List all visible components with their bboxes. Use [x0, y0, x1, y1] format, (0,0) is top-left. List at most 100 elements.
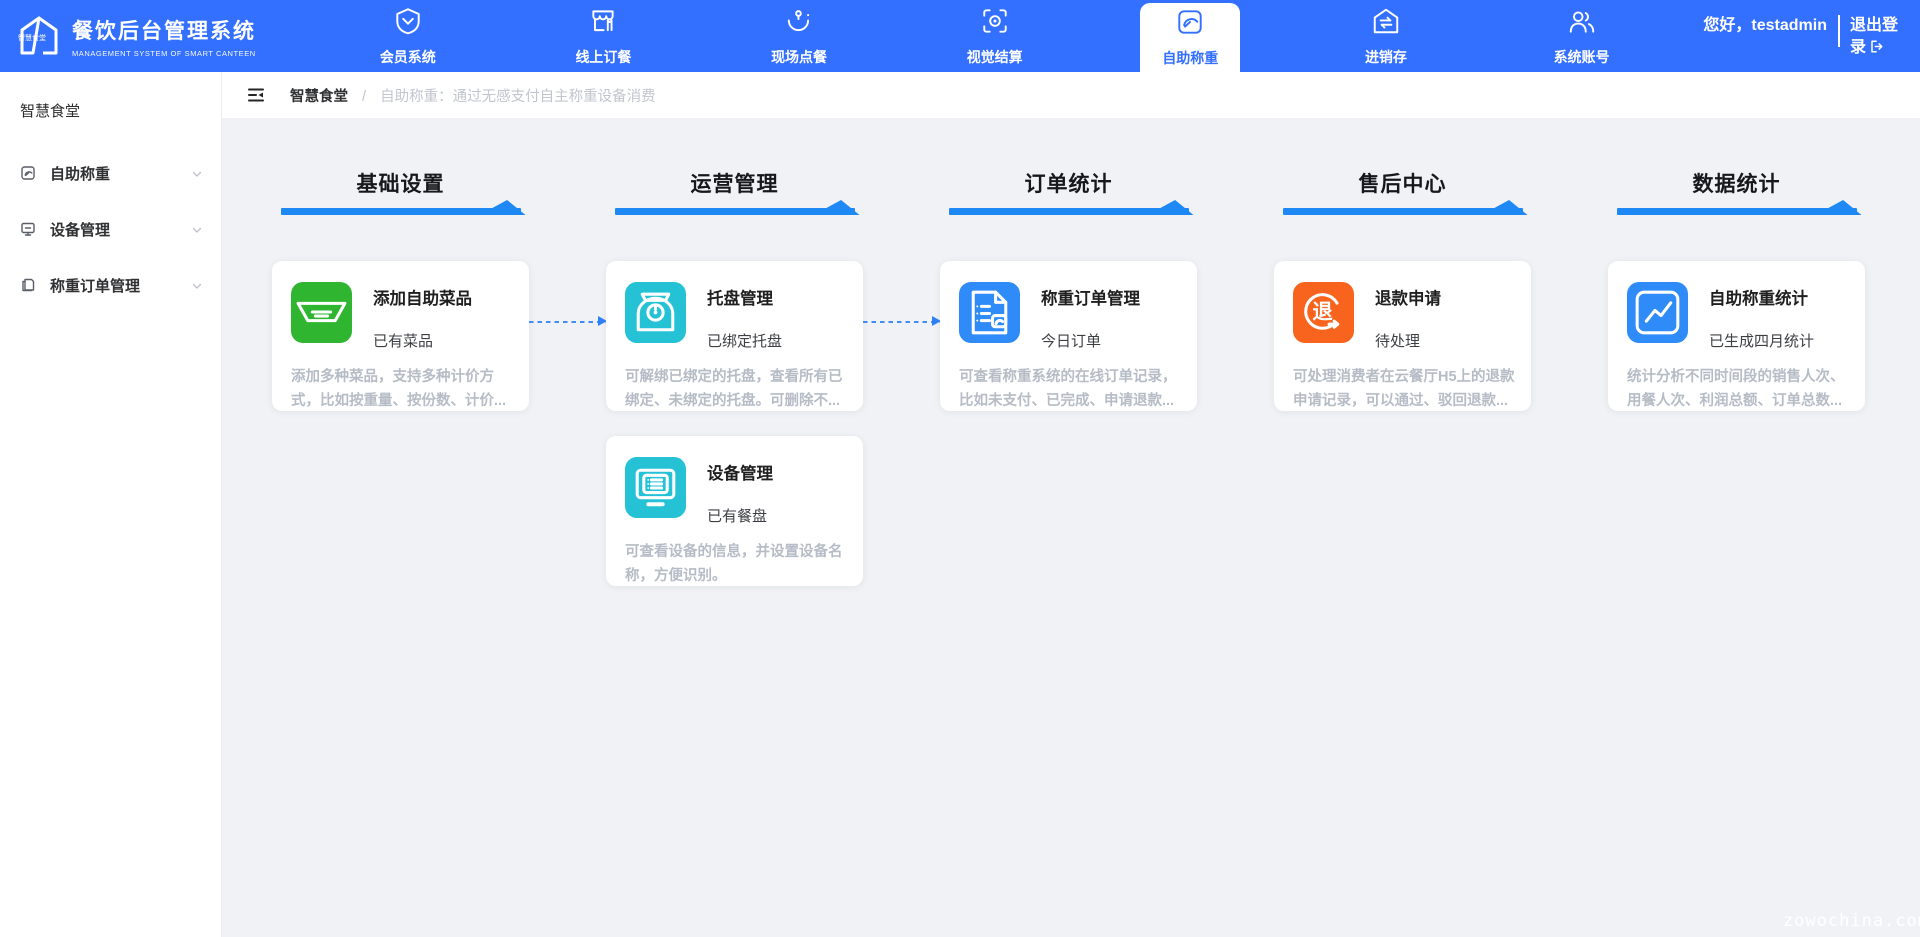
feature-card-dish[interactable]: 添加自助菜品 已有菜品添加多种菜品，支持多种计价方式，比如按重量、按份数、计价..…	[272, 261, 607, 411]
column-header: 订单统计	[948, 168, 1194, 215]
content-area: 基础设置添加自助菜品 已有菜品添加多种菜品，支持多种计价方式，比如按重量、按份数、…	[222, 118, 1920, 937]
board-column: 数据统计自助称重统计 已生成四月统计统计分析不同时间段的销售人次、用餐人次、利润总…	[1608, 168, 1865, 586]
watermark: zowochina.com	[1782, 911, 1920, 931]
nav-item-label: 自助称重	[1162, 50, 1219, 66]
app-logo-icon: 智慧食堂	[16, 13, 62, 59]
nav-item-label: 系统账号	[1553, 48, 1610, 65]
onsite-icon	[784, 6, 814, 41]
account-icon	[1567, 6, 1597, 41]
breadcrumb-root[interactable]: 智慧食堂	[290, 89, 348, 105]
feature-card-scale[interactable]: 托盘管理已绑定托盘可解绑已绑定的托盘，查看所有已绑定、未绑定的托盘。可删除不..…	[606, 261, 941, 411]
member-icon	[393, 6, 423, 41]
card-description: 统计分析不同时间段的销售人次、用餐人次、利润总额、订单总数...	[1627, 369, 1845, 409]
nav-item-weighing[interactable]: 自助称重	[1140, 3, 1241, 72]
feature-board: 基础设置添加自助菜品 已有菜品添加多种菜品，支持多种计价方式，比如按重量、按份数、…	[272, 168, 1920, 586]
column-title: 数据统计	[1692, 173, 1781, 196]
column-title: 基础设置	[356, 173, 445, 196]
chevron-down-icon	[191, 223, 203, 235]
card-status: 已生成四月统计	[1709, 333, 1815, 350]
underline-arrow-tip	[1815, 200, 1862, 215]
nav-item-visual[interactable]: 视觉结算	[945, 0, 1045, 72]
device-mini-icon	[20, 221, 36, 237]
weighing-icon	[1175, 7, 1205, 42]
column-underline-arrow	[1282, 200, 1528, 215]
app-subtitle: MANAGEMENT SYSTEM OF SMART CANTEEN	[72, 48, 256, 58]
nav-item-inventory[interactable]: 进销存	[1336, 0, 1436, 72]
nav-item-label: 线上订餐	[575, 48, 632, 65]
card-status: 待处理	[1375, 333, 1421, 350]
card-description: 可解绑已绑定的托盘，查看所有已绑定、未绑定的托盘。可删除不...	[625, 369, 843, 409]
underline-arrow-tip	[1481, 200, 1528, 215]
feature-card-refund[interactable]: 退 退款申请 待处理 可处理消费者在云餐厅H5上的退款申请记录，可以通过、驳回退款..…	[1274, 261, 1531, 411]
user-greeting: 您好，testadmin	[1703, 17, 1827, 34]
nav-item-label: 会员系统	[379, 48, 436, 65]
top-nav: 智慧食堂 餐饮后台管理系统 MANAGEMENT SYSTEM OF SMART…	[0, 0, 1920, 72]
user-area: 您好，testadmin 退出登录	[1703, 0, 1920, 72]
sidebar-collapse-icon[interactable]	[246, 85, 266, 105]
logout-button[interactable]: 退出登录	[1850, 15, 1906, 59]
feature-card-stats[interactable]: 自助称重统计 已生成四月统计统计分析不同时间段的销售人次、用餐人次、利润总额、订单…	[1608, 261, 1865, 411]
board-column: 订单统计称重订单管理 今日订单 可查看称重系统的在线订单记录，比如未支付、已完成、申…	[940, 168, 1197, 586]
visual-icon	[980, 6, 1010, 41]
column-title: 运营管理	[690, 173, 779, 196]
stats-icon	[1627, 282, 1688, 343]
column-underline-arrow	[280, 200, 526, 215]
card-description: 添加多种菜品，支持多种计价方式，比如按重量、按份数、计价...	[291, 369, 507, 409]
feature-card-device[interactable]: 设备管理 已有餐盘 可查看设备的信息，并设置设备名称，方便识别。	[606, 436, 863, 586]
gauge-mini-icon	[20, 165, 36, 181]
column-header: 数据统计	[1616, 168, 1862, 215]
card-description: 可查看设备的信息，并设置设备名称，方便识别。	[625, 544, 843, 584]
sidebar-item-label: 称重订单管理	[50, 277, 141, 295]
chevron-down-icon	[191, 279, 203, 291]
board-column: 基础设置添加自助菜品 已有菜品添加多种菜品，支持多种计价方式，比如按重量、按份数、…	[272, 168, 607, 586]
board-column: 售后中心退 退款申请 待处理 可处理消费者在云餐厅H5上的退款申请记录，可以通过、驳回…	[1274, 168, 1531, 586]
order-mini-icon	[20, 277, 36, 293]
card-status: 已有菜品	[373, 333, 434, 350]
nav-item-label: 视觉结算	[966, 48, 1023, 65]
column-header: 售后中心	[1282, 168, 1528, 215]
card-title: 称重订单管理	[1041, 290, 1140, 308]
main-nav: 会员系统 线上订餐 现场点餐 视觉结算 自助称重 进销存 系统账号	[270, 0, 1703, 72]
chevron-down-icon	[191, 167, 203, 179]
flow-arrow-icon	[863, 316, 941, 326]
card-status: 已绑定托盘	[707, 333, 783, 350]
nav-item-label: 现场点餐	[771, 48, 828, 65]
sidebar-item-label: 设备管理	[50, 221, 111, 239]
nav-item-account[interactable]: 系统账号	[1532, 0, 1632, 72]
dish-icon	[291, 282, 352, 343]
card-title: 自助称重统计	[1709, 290, 1808, 308]
column-header: 运营管理	[614, 168, 860, 215]
card-title: 添加自助菜品	[373, 290, 472, 308]
brand[interactable]: 智慧食堂 餐饮后台管理系统 MANAGEMENT SYSTEM OF SMART…	[0, 0, 270, 72]
order-icon	[959, 282, 1020, 343]
underline-arrow-tip	[813, 200, 860, 215]
svg-text:退: 退	[1312, 301, 1333, 324]
card-description: 可处理消费者在云餐厅H5上的退款申请记录，可以通过、驳回退款...	[1293, 369, 1515, 409]
feature-card-order[interactable]: 称重订单管理 今日订单 可查看称重系统的在线订单记录，比如未支付、已完成、申请退款.…	[940, 261, 1197, 411]
column-title: 订单统计	[1024, 173, 1113, 196]
sidebar-item-gauge[interactable]: 自助称重	[0, 145, 221, 201]
refund-icon: 退	[1293, 282, 1354, 343]
breadcrumb: 智慧食堂 / 自助称重：通过无感支付自主称重设备消费	[290, 85, 656, 106]
nav-item-label: 进销存	[1364, 48, 1407, 65]
card-title: 托盘管理	[707, 290, 773, 308]
sidebar-title: 智慧食堂	[20, 103, 81, 120]
nav-item-member[interactable]: 会员系统	[358, 0, 458, 72]
card-description: 可查看称重系统的在线订单记录，比如未支付、已完成、申请退款...	[959, 369, 1177, 409]
underline-arrow-tip	[479, 200, 526, 215]
nav-item-online[interactable]: 线上订餐	[553, 0, 653, 72]
column-header: 基础设置	[280, 168, 526, 215]
flow-arrow-icon	[529, 316, 607, 326]
nav-item-onsite[interactable]: 现场点餐	[749, 0, 849, 72]
column-underline-arrow	[948, 200, 1194, 215]
user-divider	[1838, 15, 1840, 47]
scale-icon	[625, 282, 686, 343]
app-title: 餐饮后台管理系统	[72, 19, 256, 43]
breadcrumb-current: 自助称重：通过无感支付自主称重设备消费	[380, 88, 656, 105]
online-icon	[588, 6, 618, 41]
sidebar-item-order[interactable]: 称重订单管理	[0, 257, 221, 313]
sidebar-item-device[interactable]: 设备管理	[0, 201, 221, 257]
column-title: 售后中心	[1358, 173, 1447, 196]
breadcrumb-separator: /	[362, 88, 367, 105]
sidebar-item-label: 自助称重	[50, 165, 111, 183]
